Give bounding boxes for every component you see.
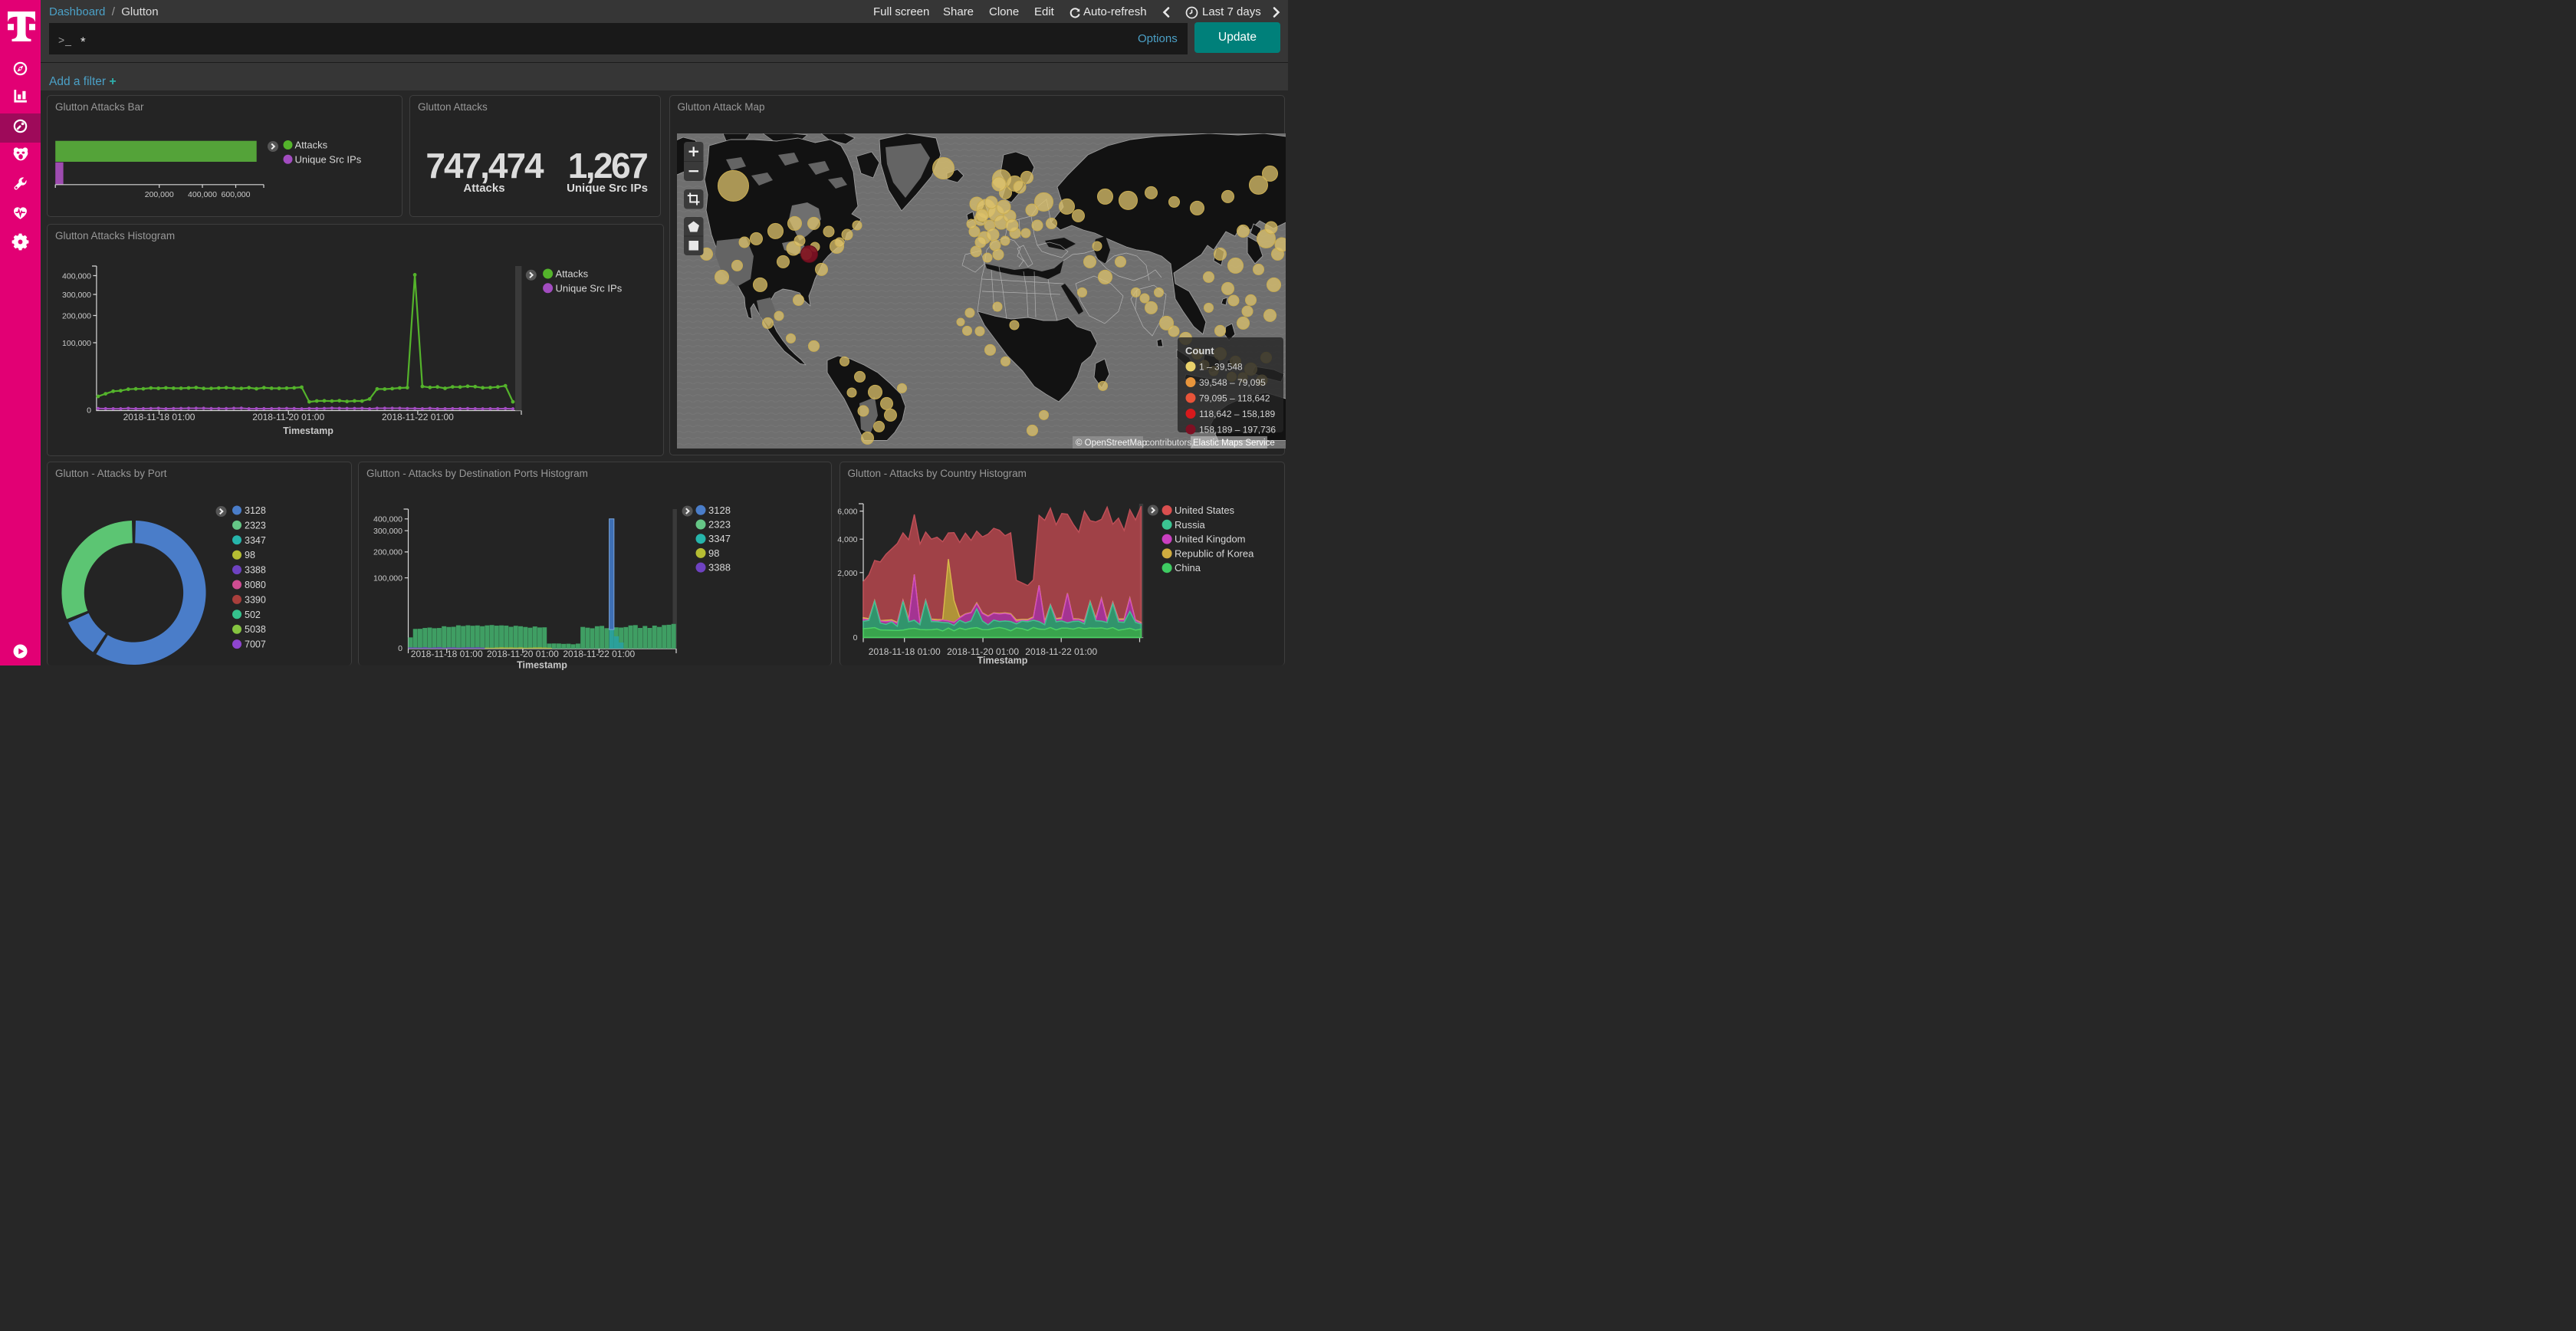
svg-text:39,548 – 79,095: 39,548 – 79,095	[1199, 377, 1266, 388]
svg-text:2018-11-22 01:00: 2018-11-22 01:00	[563, 649, 635, 659]
svg-text:Timestamp: Timestamp	[283, 426, 334, 436]
svg-text:4,000: 4,000	[837, 535, 857, 544]
svg-text:1 – 39,548: 1 – 39,548	[1199, 361, 1243, 372]
svg-text:200,000: 200,000	[62, 312, 91, 321]
svg-text:Timestamp: Timestamp	[517, 660, 567, 671]
svg-text:United States: United States	[1175, 504, 1235, 516]
svg-text:300,000: 300,000	[373, 527, 402, 536]
svg-text:0: 0	[853, 633, 857, 642]
svg-text:2018-11-20 01:00: 2018-11-20 01:00	[487, 649, 559, 659]
svg-text:200,000: 200,000	[145, 190, 174, 199]
svg-text:502: 502	[245, 610, 261, 620]
svg-text:3388: 3388	[245, 565, 266, 576]
svg-text:0: 0	[398, 644, 402, 653]
svg-text:300,000: 300,000	[62, 291, 91, 300]
svg-text:98: 98	[708, 547, 719, 559]
svg-text:Elastic Maps Service: Elastic Maps Service	[1193, 439, 1275, 448]
svg-text:Unique Src IPs: Unique Src IPs	[295, 153, 362, 165]
svg-text:2,000: 2,000	[837, 569, 857, 578]
svg-text:© OpenStreetMap: © OpenStreetMap	[1076, 439, 1147, 448]
svg-text:98: 98	[245, 550, 255, 560]
svg-text:Unique Src IPs: Unique Src IPs	[556, 282, 623, 294]
svg-text:8080: 8080	[245, 580, 266, 590]
svg-text:3347: 3347	[245, 535, 266, 546]
svg-text:Republic of Korea: Republic of Korea	[1175, 547, 1254, 559]
svg-text:100,000: 100,000	[373, 574, 402, 583]
svg-text:3347: 3347	[708, 533, 731, 544]
svg-text:2018-11-22 01:00: 2018-11-22 01:00	[382, 412, 454, 422]
svg-text:600,000: 600,000	[222, 190, 251, 199]
svg-text:5038: 5038	[245, 624, 266, 635]
svg-text:118,642 – 158,189: 118,642 – 158,189	[1199, 409, 1276, 419]
svg-text:3388: 3388	[708, 562, 731, 573]
svg-text:3128: 3128	[708, 504, 731, 516]
svg-text:400,000: 400,000	[188, 190, 217, 199]
svg-text:Attacks: Attacks	[295, 140, 328, 151]
svg-text:United Kingdom: United Kingdom	[1175, 534, 1246, 545]
svg-text:158,189 – 197,736: 158,189 – 197,736	[1199, 424, 1276, 435]
svg-text:0: 0	[87, 406, 91, 416]
svg-text:2018-11-18 01:00: 2018-11-18 01:00	[411, 649, 483, 659]
svg-text:Russia: Russia	[1175, 519, 1206, 531]
svg-text:China: China	[1175, 562, 1201, 573]
svg-text:3128: 3128	[245, 505, 266, 516]
svg-text:2018-11-18 01:00: 2018-11-18 01:00	[123, 412, 196, 422]
svg-text:100,000: 100,000	[62, 339, 91, 348]
svg-text:6,000: 6,000	[837, 508, 857, 517]
svg-text:2018-11-22 01:00: 2018-11-22 01:00	[1025, 646, 1097, 657]
svg-text:400,000: 400,000	[62, 272, 91, 281]
svg-text:3390: 3390	[245, 594, 266, 605]
svg-text:2323: 2323	[708, 519, 731, 531]
svg-text:400,000: 400,000	[373, 515, 402, 524]
svg-text:2323: 2323	[245, 520, 266, 531]
svg-text:Attacks: Attacks	[556, 268, 589, 280]
svg-text:2018-11-20 01:00: 2018-11-20 01:00	[252, 412, 324, 422]
svg-text:contributors,: contributors,	[1145, 439, 1194, 448]
svg-text:7007: 7007	[245, 639, 266, 650]
svg-text:Timestamp: Timestamp	[977, 656, 1027, 666]
svg-text:79,095 – 118,642: 79,095 – 118,642	[1199, 393, 1270, 403]
svg-text:Count: Count	[1185, 345, 1214, 357]
svg-text:2018-11-18 01:00: 2018-11-18 01:00	[868, 646, 940, 657]
svg-text:200,000: 200,000	[373, 548, 402, 557]
